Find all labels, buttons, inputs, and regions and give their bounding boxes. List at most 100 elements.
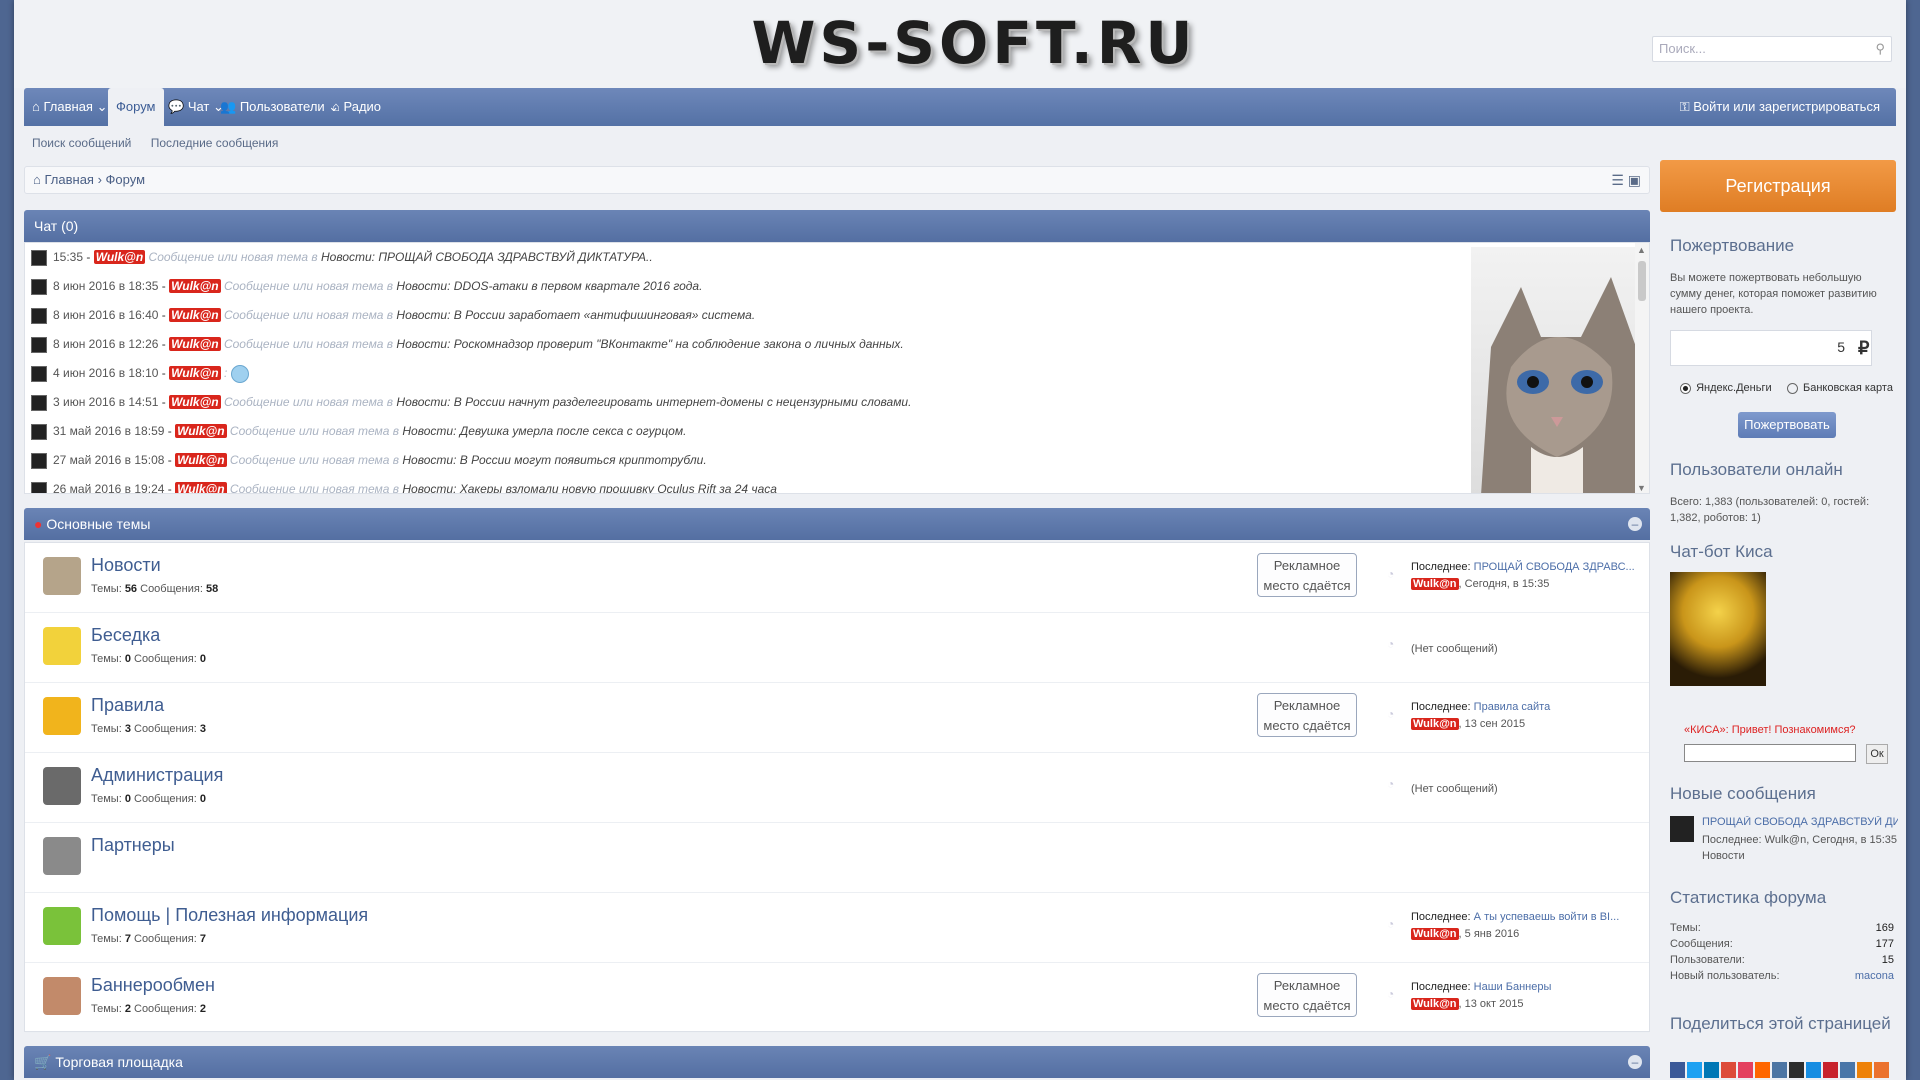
chat-topic-link[interactable]: Новости: В России начнут разделегировать…: [396, 395, 911, 409]
forum-title[interactable]: Беседка: [91, 625, 160, 646]
share-icon[interactable]: [1806, 1062, 1821, 1078]
rss-icon[interactable]: ◔: [1387, 637, 1394, 651]
search-input[interactable]: Поиск... ⚲: [1652, 36, 1892, 62]
last-post-link[interactable]: А ты успеваешь войти в BI...: [1474, 911, 1620, 923]
share-icon[interactable]: [1823, 1062, 1838, 1078]
rss-icon[interactable]: ◔: [1387, 917, 1394, 931]
avatar[interactable]: [31, 394, 47, 411]
chat-topic-link[interactable]: Новости: ПРОЩАЙ СВОБОДА ЗДРАВСТВУЙ ДИКТА…: [321, 250, 653, 264]
bot-ok-button[interactable]: Ок: [1866, 744, 1888, 764]
collapse-icon[interactable]: –: [1628, 1055, 1642, 1069]
chat-topic-link[interactable]: Новости: Девушка умерла после секса с ог…: [402, 424, 686, 438]
chat-username[interactable]: Wulk@n: [175, 453, 227, 467]
share-icon[interactable]: [1687, 1062, 1702, 1078]
chat-username[interactable]: Wulk@n: [169, 395, 221, 409]
share-icon[interactable]: [1670, 1062, 1685, 1078]
chat-topic-link[interactable]: Новости: Хакеры взломали новую прошивку …: [402, 482, 777, 493]
chat-header[interactable]: Чат (0): [24, 210, 1650, 242]
nav-home[interactable]: ⌂ Главная ⌄: [24, 88, 116, 126]
breadcrumb-forum[interactable]: Форум: [106, 172, 146, 187]
last-post-user[interactable]: Wulk@n: [1411, 998, 1459, 1010]
share-icon[interactable]: [1738, 1062, 1753, 1078]
donate-button[interactable]: Пожертвовать: [1738, 412, 1836, 438]
chat-username[interactable]: Wulk@n: [169, 308, 221, 322]
avatar[interactable]: [31, 336, 47, 353]
forum-title[interactable]: Правила: [91, 695, 164, 716]
share-icon[interactable]: [1789, 1062, 1804, 1078]
chat-topic-link[interactable]: Новости: В России могут появиться крипто…: [402, 453, 706, 467]
rss-icon[interactable]: ◔: [1387, 707, 1394, 721]
forum-title[interactable]: Помощь | Полезная информация: [91, 905, 368, 926]
avatar[interactable]: [1670, 816, 1694, 842]
radio-card[interactable]: [1786, 382, 1798, 394]
chat-time: 8 июн 2016 в 16:40: [53, 308, 159, 322]
avatar[interactable]: [31, 249, 47, 266]
chat-username[interactable]: Wulk@n: [175, 482, 227, 493]
rss-icon[interactable]: ◔: [1387, 567, 1394, 581]
ad-button[interactable]: Рекламное место сдаётся: [1257, 973, 1357, 1017]
last-post-link[interactable]: Правила сайта: [1474, 701, 1551, 713]
subnav-recent-posts[interactable]: Последние сообщения: [151, 136, 279, 150]
forum-title[interactable]: Новости: [91, 555, 161, 576]
chat-scrollbar[interactable]: ▲ ▼: [1635, 243, 1649, 493]
avatar[interactable]: [31, 307, 47, 324]
share-icon[interactable]: [1772, 1062, 1787, 1078]
avatar[interactable]: [31, 278, 47, 295]
chat-username[interactable]: Wulk@n: [93, 250, 146, 264]
online-title[interactable]: Пользователи онлайн: [1670, 460, 1843, 480]
stat-value[interactable]: macona: [1855, 970, 1894, 982]
avatar[interactable]: [31, 423, 47, 440]
rss-icon[interactable]: ◔: [1387, 987, 1394, 1001]
share-icon[interactable]: [1874, 1062, 1889, 1078]
scroll-up-icon[interactable]: ▲: [1637, 245, 1646, 255]
rss-icon[interactable]: ◔: [1387, 777, 1394, 791]
share-icon[interactable]: [1755, 1062, 1770, 1078]
login-label: Войти или зарегистрироваться: [1693, 99, 1880, 114]
new-posts-title[interactable]: Новые сообщения: [1670, 784, 1816, 804]
nav-radio[interactable]: ⌂ Радио: [324, 88, 389, 126]
avatar[interactable]: [31, 481, 47, 493]
chat-username[interactable]: Wulk@n: [169, 279, 221, 293]
new-post-link[interactable]: ПРОЩАЙ СВОБОДА ЗДРАВСТВУЙ ДИК...: [1702, 816, 1898, 828]
last-post-link[interactable]: ПРОЩАЙ СВОБОДА ЗДРАВС...: [1474, 561, 1635, 573]
avatar[interactable]: [31, 365, 47, 382]
chat-topic-link[interactable]: Новости: DDOS-атаки в первом квартале 20…: [396, 279, 702, 293]
avatar[interactable]: [31, 452, 47, 469]
login-link[interactable]: ⚿ Войти или зарегистрироваться: [1672, 88, 1888, 126]
main-topics-header[interactable]: ● Основные темы –: [24, 508, 1650, 540]
breadcrumb-home[interactable]: Главная: [44, 172, 93, 187]
share-icon[interactable]: [1721, 1062, 1736, 1078]
trade-header[interactable]: 🛒 Торговая площадка –: [24, 1046, 1650, 1078]
forum-title[interactable]: Партнеры: [91, 835, 175, 856]
share-icon[interactable]: [1840, 1062, 1855, 1078]
subnav-search-posts[interactable]: Поиск сообщений: [32, 136, 131, 150]
ad-button[interactable]: Рекламное место сдаётся: [1257, 553, 1357, 597]
chat-username[interactable]: Wulk@n: [175, 424, 227, 438]
forum-title[interactable]: Баннерообмен: [91, 975, 215, 996]
share-icon[interactable]: [1704, 1062, 1719, 1078]
forum-title[interactable]: Администрация: [91, 765, 223, 786]
last-post-user[interactable]: Wulk@n: [1411, 718, 1459, 730]
collapse-icon[interactable]: –: [1628, 517, 1642, 531]
chat-username[interactable]: Wulk@n: [169, 366, 221, 380]
chat-topic-link[interactable]: Новости: Роскомнадзор проверит "ВКонтакт…: [396, 337, 903, 351]
nav-forum[interactable]: Форум: [108, 88, 164, 126]
last-post-link[interactable]: Наши Баннеры: [1474, 981, 1552, 993]
scroll-down-icon[interactable]: ▼: [1637, 483, 1646, 493]
last-post-user[interactable]: Wulk@n: [1411, 928, 1459, 940]
ad-button[interactable]: Рекламное место сдаётся: [1257, 693, 1357, 737]
search-icon[interactable]: ⚲: [1875, 41, 1885, 57]
register-button[interactable]: Регистрация: [1660, 160, 1896, 212]
radio-yandex[interactable]: [1680, 382, 1691, 394]
donation-amount-input[interactable]: 5: [1670, 330, 1872, 366]
chat-topic-link[interactable]: Новости: В России заработает «антифишинг…: [396, 308, 755, 322]
last-post-user[interactable]: Wulk@n: [1411, 578, 1459, 590]
share-icon[interactable]: [1857, 1062, 1872, 1078]
list-view-icon[interactable]: ☰: [1611, 172, 1624, 188]
bot-message-input[interactable]: [1684, 744, 1856, 762]
site-logo[interactable]: WS-SOFT.RU: [714, 8, 1234, 78]
chat-username[interactable]: Wulk@n: [169, 337, 221, 351]
expand-icon[interactable]: ▣: [1628, 172, 1641, 188]
scroll-thumb[interactable]: [1638, 261, 1646, 301]
new-post-forum[interactable]: Новости: [1702, 848, 1897, 864]
